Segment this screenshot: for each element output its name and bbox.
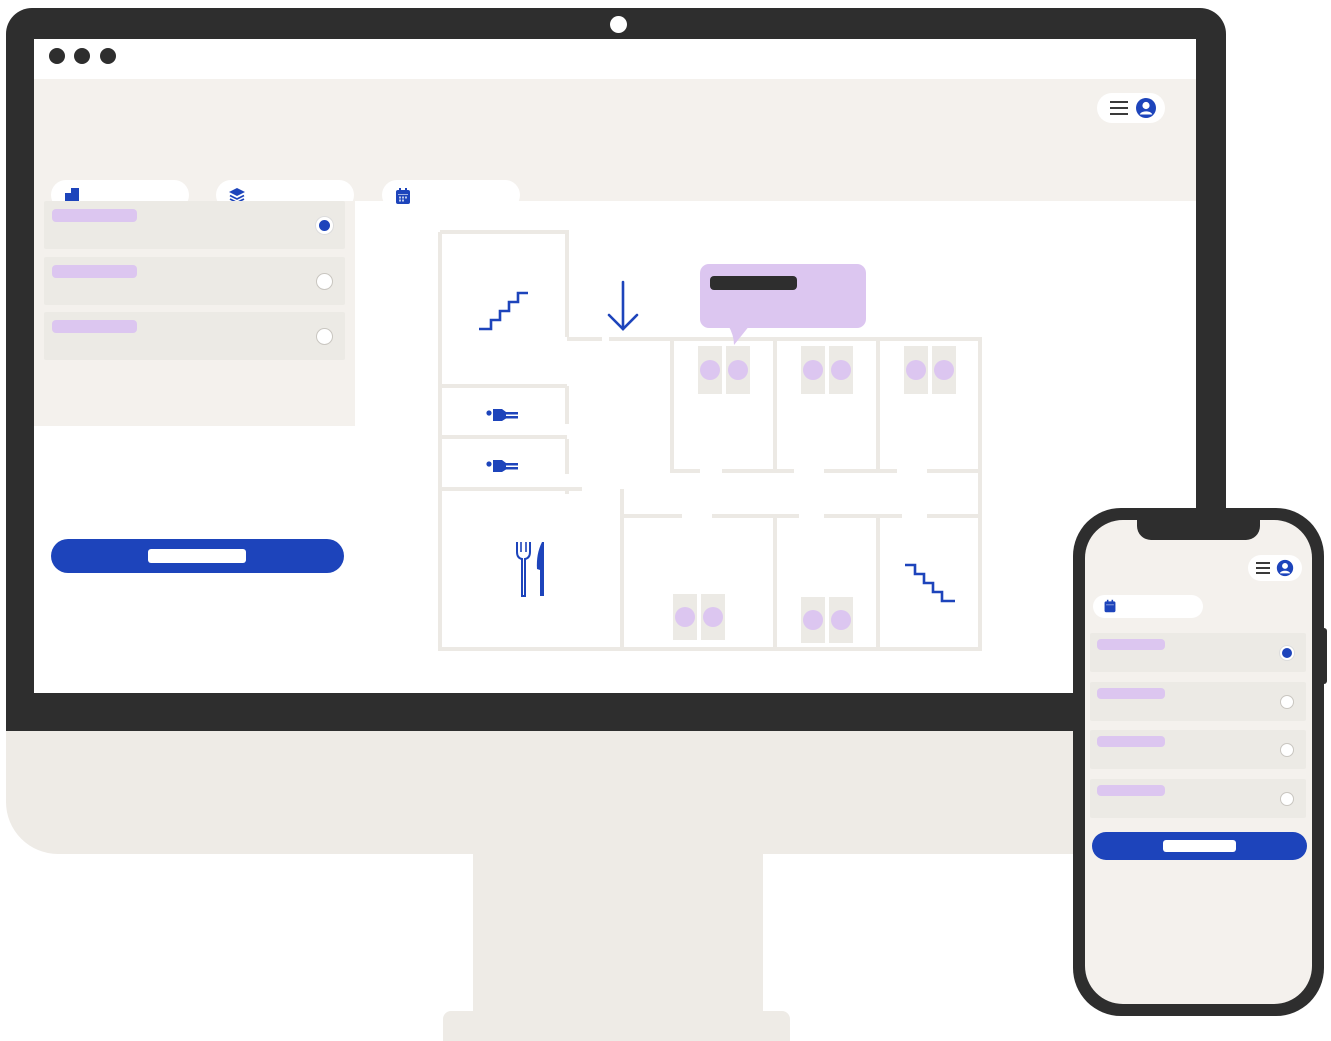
desk-cluster[interactable]	[801, 597, 853, 643]
book-button[interactable]	[1092, 832, 1307, 860]
stairs-down-icon	[905, 563, 955, 603]
room-name-placeholder	[1097, 736, 1165, 747]
desk-cluster[interactable]	[698, 346, 750, 394]
room-radio[interactable]	[1280, 792, 1294, 806]
room-name-placeholder	[1097, 639, 1165, 650]
room-list-item[interactable]	[1090, 633, 1306, 672]
camera-dot	[610, 16, 627, 33]
restaurant-icon	[516, 542, 544, 597]
arrow-down-icon	[607, 280, 639, 331]
floor-plan-map[interactable]	[34, 39, 1196, 693]
room-name-placeholder	[1097, 688, 1165, 699]
phone-notch	[1137, 520, 1260, 540]
room-list-item[interactable]	[1090, 730, 1306, 769]
account-menu-button[interactable]	[1248, 555, 1302, 581]
room-radio[interactable]	[1280, 743, 1294, 757]
hamburger-icon	[1256, 562, 1270, 574]
location-callout	[700, 264, 866, 345]
monitor-chin	[6, 731, 1226, 854]
room-name-placeholder	[1097, 785, 1165, 796]
desk-cluster[interactable]	[904, 346, 956, 394]
stairs-up-icon	[479, 291, 528, 331]
desk-cluster[interactable]	[673, 594, 725, 640]
phone-screen	[1085, 520, 1312, 1004]
room-list-item[interactable]	[1090, 682, 1306, 721]
button-label-placeholder	[1163, 840, 1236, 852]
user-avatar-icon	[1276, 559, 1294, 577]
room-radio[interactable]	[1280, 695, 1294, 709]
date-filter[interactable]	[1093, 595, 1203, 618]
desktop-screen	[34, 39, 1196, 693]
restroom-icon	[486, 460, 518, 472]
restroom-icon	[486, 409, 518, 421]
desk-cluster[interactable]	[801, 346, 853, 394]
calendar-icon	[1104, 599, 1116, 613]
room-list-item[interactable]	[1090, 779, 1306, 818]
room-radio-selected[interactable]	[1280, 646, 1294, 660]
callout-label-placeholder	[710, 276, 797, 290]
monitor-stand-neck	[473, 853, 763, 1013]
